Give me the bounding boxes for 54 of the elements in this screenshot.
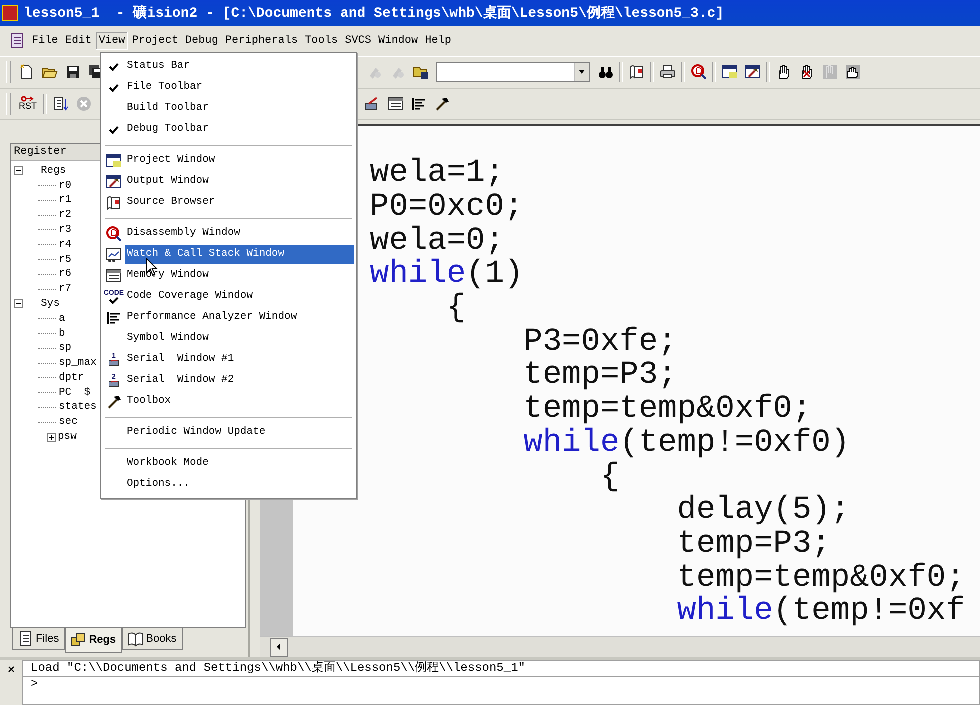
menu-item[interactable]: Status Bar (125, 57, 354, 76)
code-line: while(1) (370, 257, 525, 292)
tree-item[interactable]: r5 (59, 254, 72, 266)
panel-tab[interactable]: Files (12, 628, 66, 650)
tree-item[interactable]: b (59, 328, 66, 340)
panel-tab[interactable]: Books (122, 628, 183, 650)
menu-item[interactable]: Edit (62, 32, 95, 50)
code-line: wela=1; (370, 156, 506, 190)
menu-item[interactable]: Debug (182, 32, 222, 50)
code-line: while(temp!=0xf (676, 594, 966, 628)
reset-button[interactable]: RST (15, 92, 41, 116)
tree-item[interactable]: psw (58, 431, 77, 444)
menu-item[interactable]: View (96, 32, 128, 50)
code-line: temp=temp&0xf0; (676, 560, 966, 594)
menu-item[interactable]: Project (129, 32, 182, 50)
tree-item[interactable]: r6 (59, 268, 72, 280)
panel-tab[interactable]: Regs (65, 628, 122, 654)
tree-item[interactable]: a (59, 312, 66, 325)
tree-item[interactable]: states (59, 401, 97, 414)
code-line: delay(5); (676, 493, 852, 527)
code-line: P3=0xfe; (522, 324, 678, 358)
tree-item[interactable]: r1 (59, 194, 72, 206)
tree-item[interactable]: dptr (59, 372, 84, 384)
menu-item[interactable]: File Toolbar (125, 78, 354, 97)
tree-item[interactable]: r2 (59, 209, 72, 222)
tree-item[interactable]: r3 (59, 224, 72, 236)
tree-item[interactable]: r7 (59, 283, 72, 296)
menu-item[interactable]: File (29, 32, 62, 50)
menu-item[interactable]: Tools (302, 32, 342, 50)
code-line: while(temp!=0xf0) (522, 426, 852, 460)
menu-item[interactable]: SVCS (342, 32, 374, 50)
tree-item[interactable]: Sys (25, 298, 60, 310)
window-title: lesson5_1 - 礦ision2 - [C:\Documents and Settings\whb\桌面\Lesson5\例程\lesson5_3.c] (24, 4, 724, 22)
code-line: { (599, 460, 621, 494)
code-line: temp=P3; (676, 526, 831, 561)
tree-item[interactable]: sec (59, 416, 78, 428)
code-line: temp=P3; (522, 358, 678, 392)
menu-item[interactable]: Window (376, 32, 422, 50)
code-line: { (446, 291, 468, 325)
menu-item[interactable]: Build Toolbar (125, 99, 354, 118)
tree-item[interactable]: PC $ (59, 386, 91, 399)
code-line: wela=0; (370, 224, 504, 258)
tree-item[interactable]: r0 (59, 180, 72, 192)
tree-item[interactable]: sp (59, 342, 72, 354)
code-line: temp=temp&0xf0; (522, 392, 813, 426)
code-line: P0=0xc0; (370, 190, 525, 224)
tree-item[interactable]: sp_max (59, 357, 97, 370)
tree-item[interactable]: r4 (59, 238, 72, 251)
tree-item[interactable]: Regs (25, 164, 66, 177)
menu-item[interactable]: Watch & Call Stack Window (125, 245, 354, 264)
output-line: Load "C:\\Documents and Settings\\whb\\桌面\\Lesson5\\例程\\lesson5_1" (23, 661, 979, 678)
output-line: > (30, 677, 40, 692)
menu-item[interactable]: Help (422, 32, 455, 50)
menu-item[interactable]: Peripherals (222, 32, 302, 50)
